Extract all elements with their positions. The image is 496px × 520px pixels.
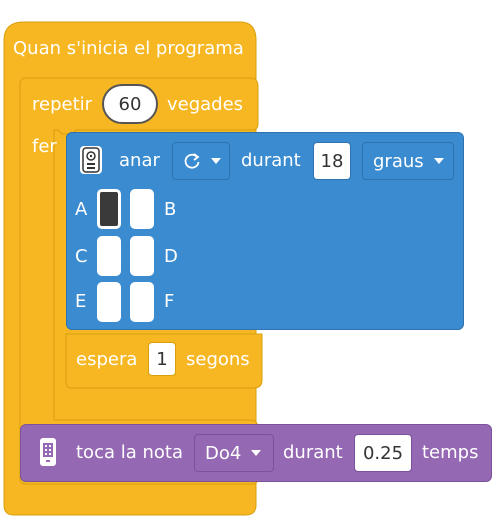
wait-seconds-input[interactable]: 1: [148, 342, 176, 376]
grid-label-b: B: [164, 199, 177, 220]
grid-cell-b[interactable]: [130, 189, 154, 229]
note-dropdown-label: Do4: [205, 442, 242, 464]
wait-unit-label: segons: [186, 349, 250, 370]
repeat-count-input[interactable]: 60: [102, 84, 158, 124]
grid-cell-c[interactable]: [97, 236, 121, 276]
chevron-down-icon: [211, 158, 221, 164]
grid-cell-f[interactable]: [130, 282, 154, 322]
grid-label-d: D: [164, 246, 178, 267]
note-for-label: durant: [283, 442, 343, 463]
note-dropdown[interactable]: Do4: [194, 434, 274, 472]
note-unit-label: temps: [422, 442, 479, 463]
repeat-body-label: fer: [32, 136, 57, 157]
grid-label-a: A: [75, 199, 88, 220]
unit-dropdown[interactable]: graus: [362, 142, 454, 180]
grid-label-e: E: [75, 291, 87, 312]
grid-cell-e[interactable]: [97, 282, 121, 322]
repeat-unit-label: vegades: [167, 94, 244, 115]
move-amount-input[interactable]: 18: [313, 142, 351, 180]
chevron-down-icon: [251, 450, 262, 456]
move-label: anar: [119, 150, 160, 171]
grid-cell-d[interactable]: [130, 236, 154, 276]
note-beats-input[interactable]: 0.25: [354, 434, 412, 472]
grid-label-f: F: [164, 291, 175, 312]
device-icon: [36, 436, 60, 468]
hat-label: Quan s'inicia el programa: [13, 38, 244, 59]
chevron-down-icon: [433, 158, 444, 164]
repeat-label: repetir: [32, 94, 93, 115]
unit-dropdown-label: graus: [373, 150, 424, 172]
direction-dropdown[interactable]: [172, 142, 230, 180]
rotate-clockwise-icon: [184, 153, 200, 169]
wait-label: espera: [76, 349, 138, 370]
move-for-label: durant: [241, 150, 301, 171]
grid-cell-a[interactable]: [97, 189, 121, 229]
remote-control-icon: [80, 146, 102, 174]
grid-label-c: C: [75, 246, 88, 267]
play-note-label: toca la nota: [76, 442, 183, 463]
